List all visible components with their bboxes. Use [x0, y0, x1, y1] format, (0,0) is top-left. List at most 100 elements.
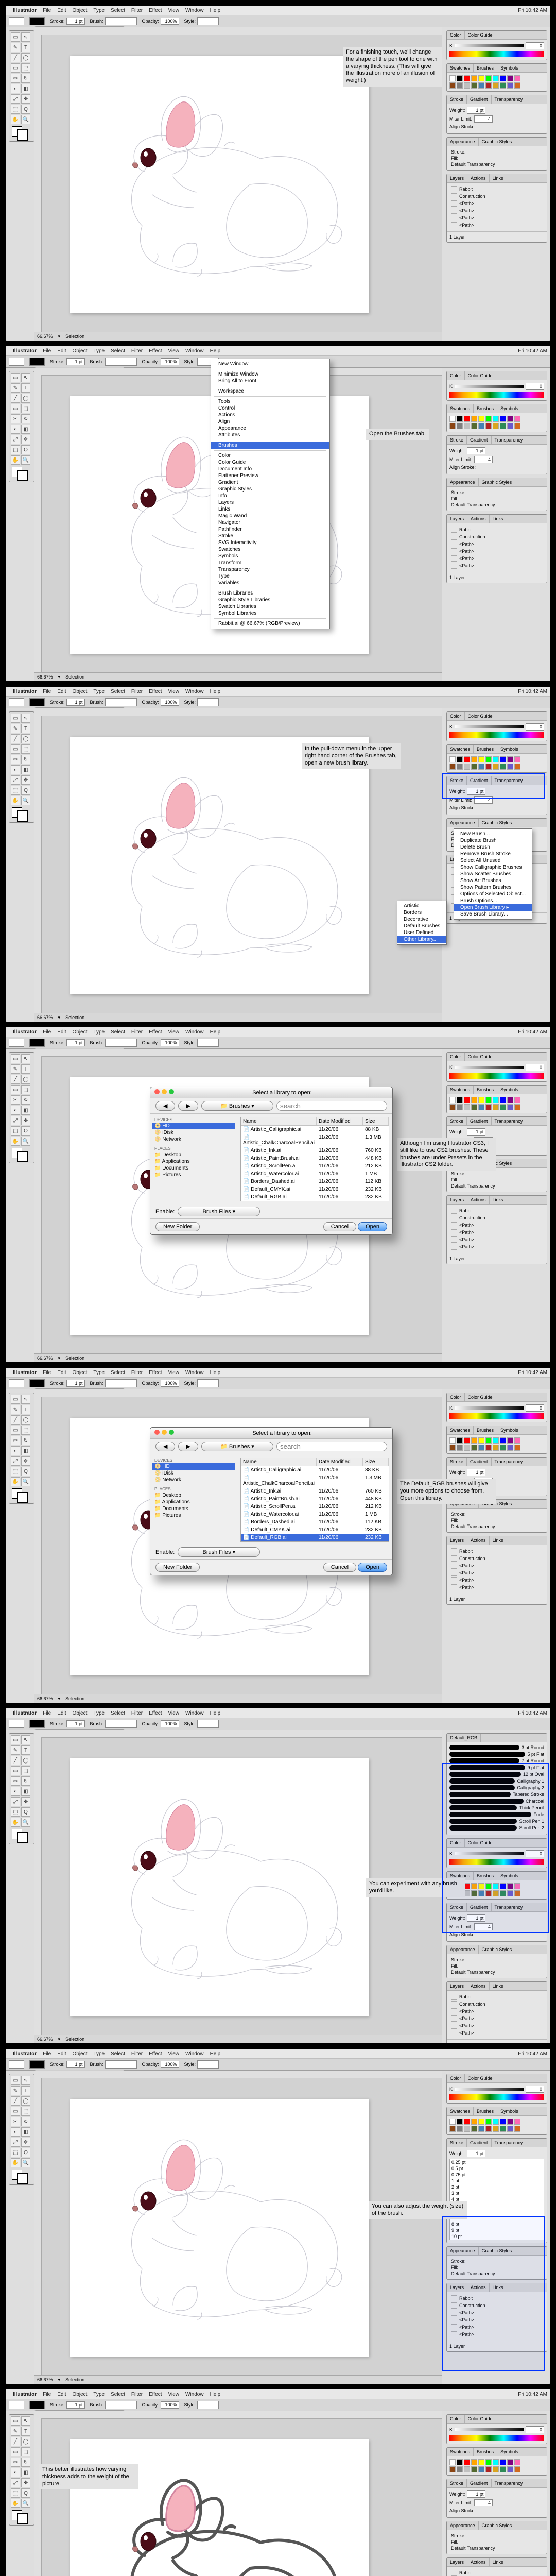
visibility-icon[interactable] — [451, 555, 457, 562]
visibility-icon[interactable] — [451, 2570, 457, 2576]
panel-tab[interactable]: Color Guide — [465, 1053, 496, 1061]
panel-tab[interactable]: Layers — [447, 1982, 467, 1990]
layer-row[interactable]: Construction — [449, 1555, 544, 1562]
app-menu[interactable]: Illustrator — [13, 8, 37, 13]
swatch[interactable] — [464, 764, 470, 770]
appearance-row[interactable]: Stroke: — [449, 1511, 544, 1517]
visibility-icon[interactable] — [451, 215, 457, 221]
panel-tab[interactable]: Gradient — [467, 1117, 492, 1125]
swatch[interactable] — [493, 764, 499, 770]
menu-item[interactable]: Align — [211, 418, 329, 425]
tool-button[interactable]: ✎ — [11, 383, 20, 393]
menu-item[interactable]: File — [43, 348, 51, 354]
tool-button[interactable]: ◧ — [21, 1446, 30, 1455]
tool-button[interactable]: ⬚ — [11, 1467, 20, 1476]
opacity-field[interactable]: 100% — [161, 1380, 179, 1387]
menu-item[interactable]: View — [168, 1370, 180, 1376]
nav-fwd-button[interactable]: ▶ — [178, 1442, 198, 1451]
swatch[interactable] — [471, 416, 477, 422]
visibility-icon[interactable] — [451, 1555, 457, 1562]
swatch[interactable] — [500, 82, 506, 89]
spectrum[interactable] — [449, 392, 544, 398]
menu-item[interactable]: Help — [210, 1029, 221, 1035]
swatch[interactable] — [485, 2119, 492, 2125]
panel-tab[interactable]: Stroke — [447, 95, 467, 104]
stroke-weight-field[interactable]: 1 pt — [66, 1380, 85, 1387]
sidebar-location[interactable]: 📁 Documents — [152, 1505, 235, 1512]
tool-button[interactable]: ╱ — [11, 1756, 20, 1765]
panel-tab[interactable]: Graphic Styles — [479, 478, 516, 486]
tool-button[interactable]: ◯ — [21, 2096, 30, 2106]
menu-item[interactable]: Window — [185, 1370, 204, 1376]
appearance-row[interactable]: Default Transparency — [449, 1183, 544, 1189]
swatch[interactable] — [493, 2126, 499, 2132]
sidebar-location[interactable]: 📁 Documents — [152, 1165, 235, 1172]
menu-item[interactable]: Edit — [57, 1710, 66, 1716]
swatch[interactable] — [471, 1097, 477, 1103]
menu-item[interactable]: Object — [72, 2392, 87, 2397]
menu-item[interactable]: Edit — [57, 1370, 66, 1376]
swatch[interactable] — [471, 75, 477, 81]
zoom-level[interactable]: 66.67% — [37, 334, 53, 339]
tool-button[interactable]: ✂ — [11, 755, 20, 764]
panel-tab[interactable]: Color Guide — [465, 1393, 496, 1401]
menu-item[interactable]: View — [168, 2051, 180, 2057]
layer-row[interactable]: Rabbit — [449, 1548, 544, 1555]
swatch[interactable] — [500, 2459, 506, 2465]
swatch[interactable] — [464, 416, 470, 422]
layer-row[interactable]: <Path> — [449, 200, 544, 207]
file-row[interactable]: 📄 Borders_Dashed.ai11/20/06112 KB — [241, 1518, 389, 1526]
menu-item[interactable]: Magic Wand — [211, 513, 329, 519]
menu-item[interactable]: Appearance — [211, 425, 329, 432]
panel-tab[interactable]: Transparency — [492, 1458, 527, 1466]
appearance-row[interactable]: Fill: — [449, 155, 544, 161]
menu-item[interactable]: Navigator — [211, 519, 329, 526]
swatch[interactable] — [485, 1097, 492, 1103]
tool-button[interactable]: ▭ — [11, 2416, 20, 2426]
menu-item[interactable]: Gradient — [211, 479, 329, 486]
file-row[interactable]: 📄 Artistic_PaintBrush.ai11/20/06448 KB — [241, 1155, 389, 1162]
opacity-field[interactable]: 100% — [161, 1720, 179, 1727]
stroke-swatch[interactable] — [17, 129, 28, 141]
open-button[interactable]: Open — [358, 1222, 387, 1231]
tool-button[interactable]: ◐ — [11, 2468, 20, 2477]
tool-button[interactable]: ╱ — [11, 394, 20, 403]
tool-button[interactable]: ◐ — [11, 84, 20, 93]
swatch[interactable] — [485, 75, 492, 81]
layer-row[interactable]: <Path> — [449, 548, 544, 555]
tool-button[interactable]: T — [21, 724, 30, 733]
panel-tab[interactable]: Color Guide — [465, 2415, 496, 2423]
swatch[interactable] — [449, 2459, 456, 2465]
nav-fwd-button[interactable]: ▶ — [178, 1101, 198, 1111]
col-header[interactable]: Name — [241, 1458, 317, 1466]
tool-button[interactable]: ╱ — [11, 734, 20, 743]
panel-tab[interactable]: Swatches — [447, 404, 474, 413]
stroke-weight-field[interactable]: 1 pt — [66, 18, 85, 25]
menu-item[interactable]: Actions — [211, 412, 329, 418]
stroke-weight-field[interactable]: 1 pt — [66, 1720, 85, 1727]
stroke-swatch[interactable] — [17, 1492, 28, 1503]
tool-button[interactable]: ▭ — [11, 32, 20, 42]
sidebar-location[interactable]: 📀 Network — [152, 1477, 235, 1483]
swatch[interactable] — [500, 1097, 506, 1103]
layer-row[interactable]: Rabbit — [449, 2569, 544, 2576]
menu-item[interactable]: Effect — [149, 348, 162, 354]
swatch[interactable] — [493, 1437, 499, 1444]
menu-item[interactable]: Symbol Libraries — [211, 610, 329, 617]
menu-item[interactable]: Select — [111, 1710, 125, 1716]
menu-item[interactable]: View — [168, 8, 180, 13]
menu-item[interactable]: Type — [93, 2392, 105, 2397]
swatch[interactable] — [457, 416, 463, 422]
menu-item[interactable]: Pathfinder — [211, 526, 329, 533]
visibility-icon[interactable] — [451, 1222, 457, 1228]
tool-button[interactable]: ◐ — [11, 425, 20, 434]
zoom-level[interactable]: 66.67% — [37, 2377, 53, 2382]
miter-field[interactable]: 4 — [474, 2499, 493, 2506]
stroke-swatch[interactable] — [17, 2513, 28, 2524]
rabbit-illustration[interactable] — [96, 773, 353, 970]
swatch[interactable] — [471, 2126, 477, 2132]
tool-button[interactable]: ↻ — [21, 1095, 30, 1105]
tool-button[interactable]: T — [21, 1745, 30, 1755]
panel-tab[interactable]: Symbols — [497, 1426, 522, 1434]
layer-row[interactable]: <Path> — [449, 555, 544, 562]
